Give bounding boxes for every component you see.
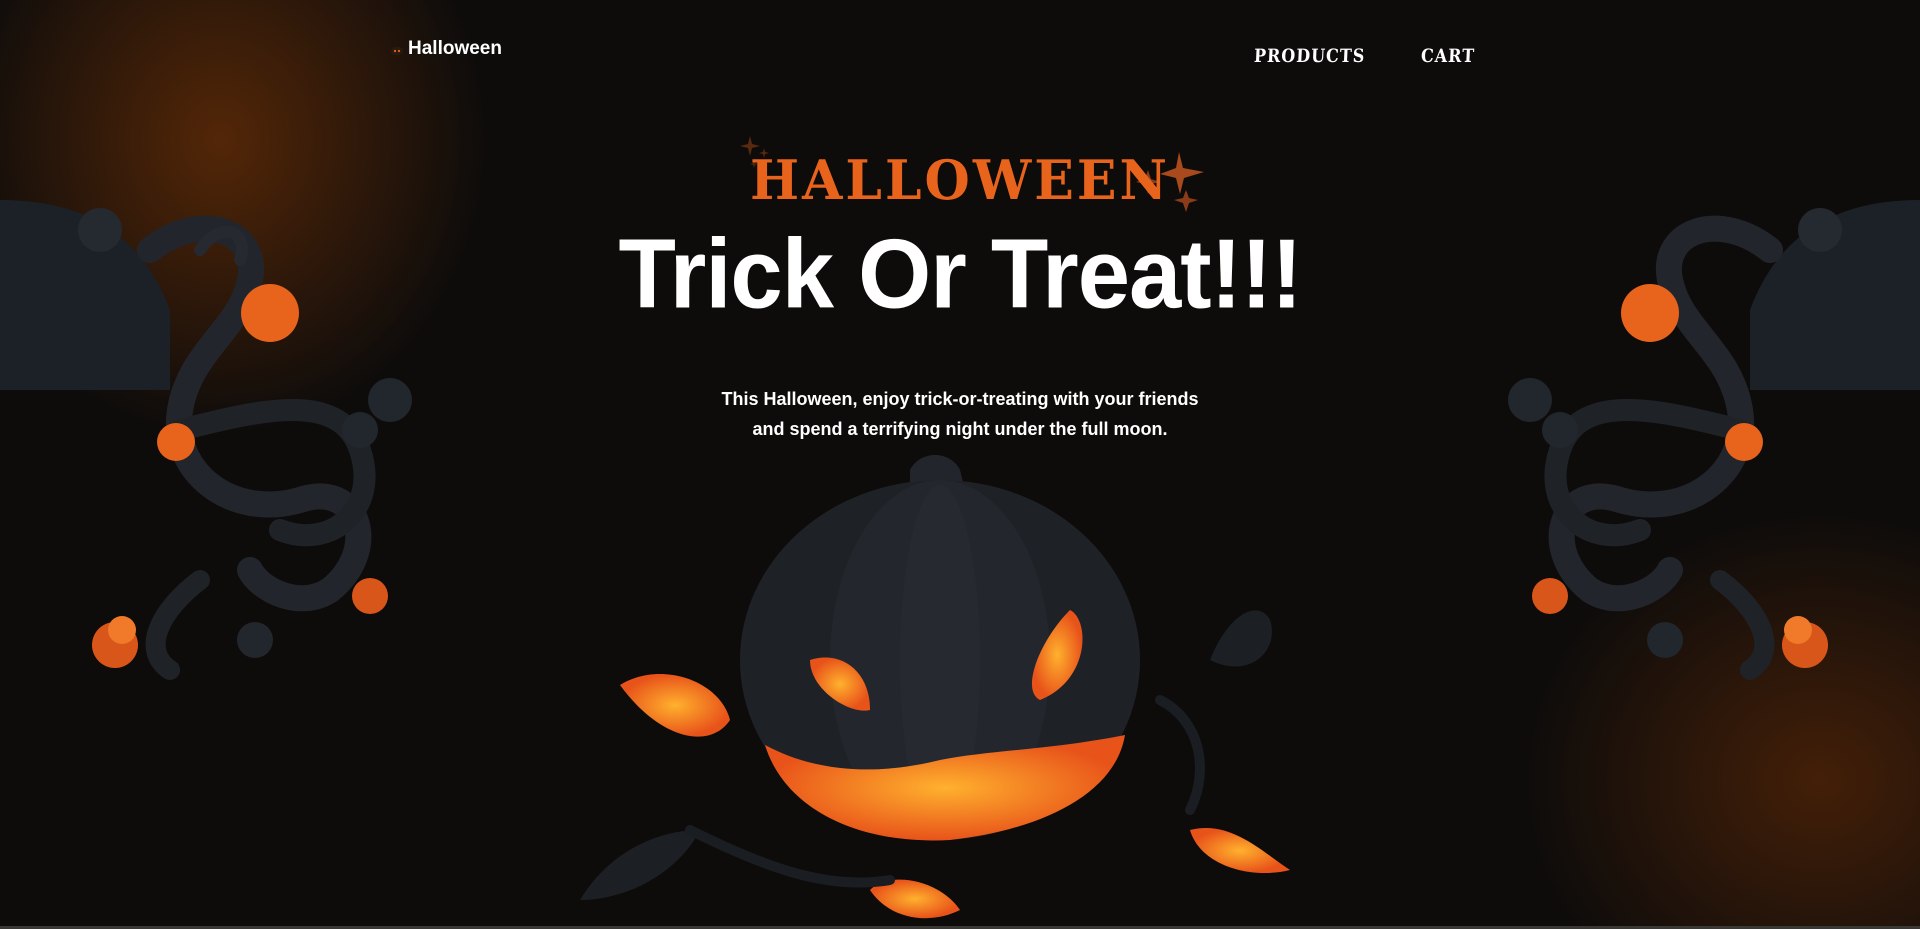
brand-link[interactable]: Halloween bbox=[390, 38, 502, 60]
brand-name: Halloween bbox=[408, 38, 502, 59]
branch-illustration bbox=[0, 200, 412, 680]
main-nav: Products Cart bbox=[1253, 45, 1475, 67]
pumpkin-illustration bbox=[580, 455, 1290, 919]
landing-page: Halloween Products Cart HALLOWEEN Trick … bbox=[0, 0, 1920, 929]
nav-products-link[interactable]: Products bbox=[1253, 45, 1365, 67]
branch-illustration bbox=[1508, 200, 1920, 680]
pumpkin-logo-icon bbox=[391, 46, 403, 56]
nav-cart-link[interactable]: Cart bbox=[1420, 45, 1475, 67]
